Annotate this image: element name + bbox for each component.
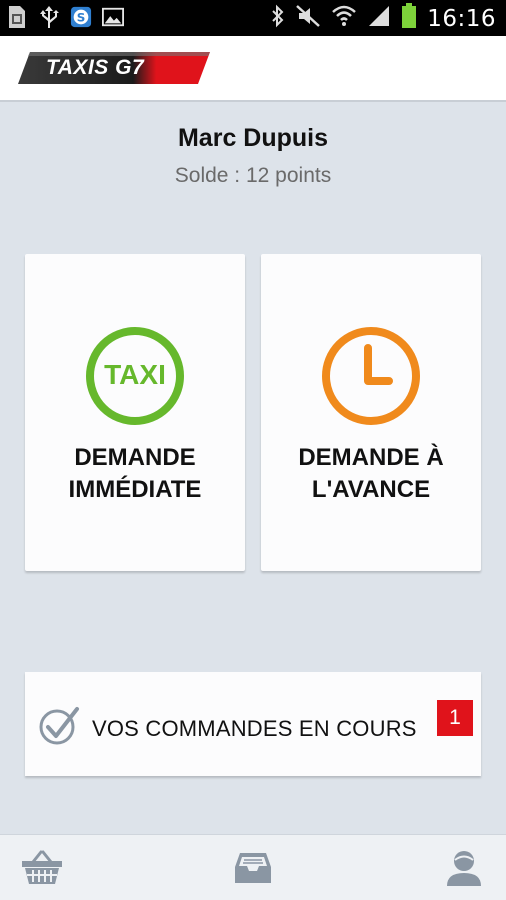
taxis-g7-logo[interactable]: TAXIS G7	[16, 51, 212, 85]
advance-request-label: DEMANDE À L'AVANCE	[298, 444, 444, 503]
usb-icon	[38, 5, 60, 29]
s-app-icon: S	[70, 5, 92, 29]
points-balance: Solde : 12 points	[174, 164, 332, 187]
taxi-icon: TAXI	[85, 326, 185, 426]
sim-card-icon	[6, 5, 28, 29]
status-bar-notifications: S	[6, 5, 124, 29]
image-icon	[102, 5, 124, 29]
taxi-icon-text: TAXI	[104, 359, 166, 390]
bottom-nav	[0, 834, 506, 900]
user-name: Marc Dupuis	[177, 124, 329, 152]
app-header: TAXIS G7	[0, 36, 506, 102]
clock-icon	[321, 326, 421, 426]
mute-icon	[295, 4, 321, 33]
battery-icon	[401, 3, 417, 34]
basket-icon[interactable]	[21, 847, 63, 889]
checkmark-icon	[39, 705, 81, 745]
status-bar: S 16:16	[0, 0, 506, 36]
immediate-request-button[interactable]: TAXI DEMANDE IMMÉDIATE	[25, 254, 245, 571]
status-bar-system: 16:16	[271, 3, 496, 34]
svg-text:S: S	[77, 11, 86, 25]
clock: 16:16	[427, 5, 496, 32]
immediate-request-label: DEMANDE IMMÉDIATE	[68, 444, 202, 503]
current-orders-button[interactable]: VOS COMMANDES EN COURS 1	[25, 672, 481, 776]
signal-icon	[367, 4, 391, 33]
orders-count-badge: 1	[437, 700, 473, 736]
bluetooth-icon	[271, 4, 285, 33]
current-orders-label: VOS COMMANDES EN COURS	[92, 716, 417, 741]
advance-request-button[interactable]: DEMANDE À L'AVANCE	[261, 254, 481, 571]
logo-text: TAXIS G7	[46, 56, 145, 79]
profile-icon[interactable]	[443, 847, 485, 889]
inbox-icon[interactable]	[232, 847, 274, 889]
wifi-icon	[331, 4, 357, 33]
